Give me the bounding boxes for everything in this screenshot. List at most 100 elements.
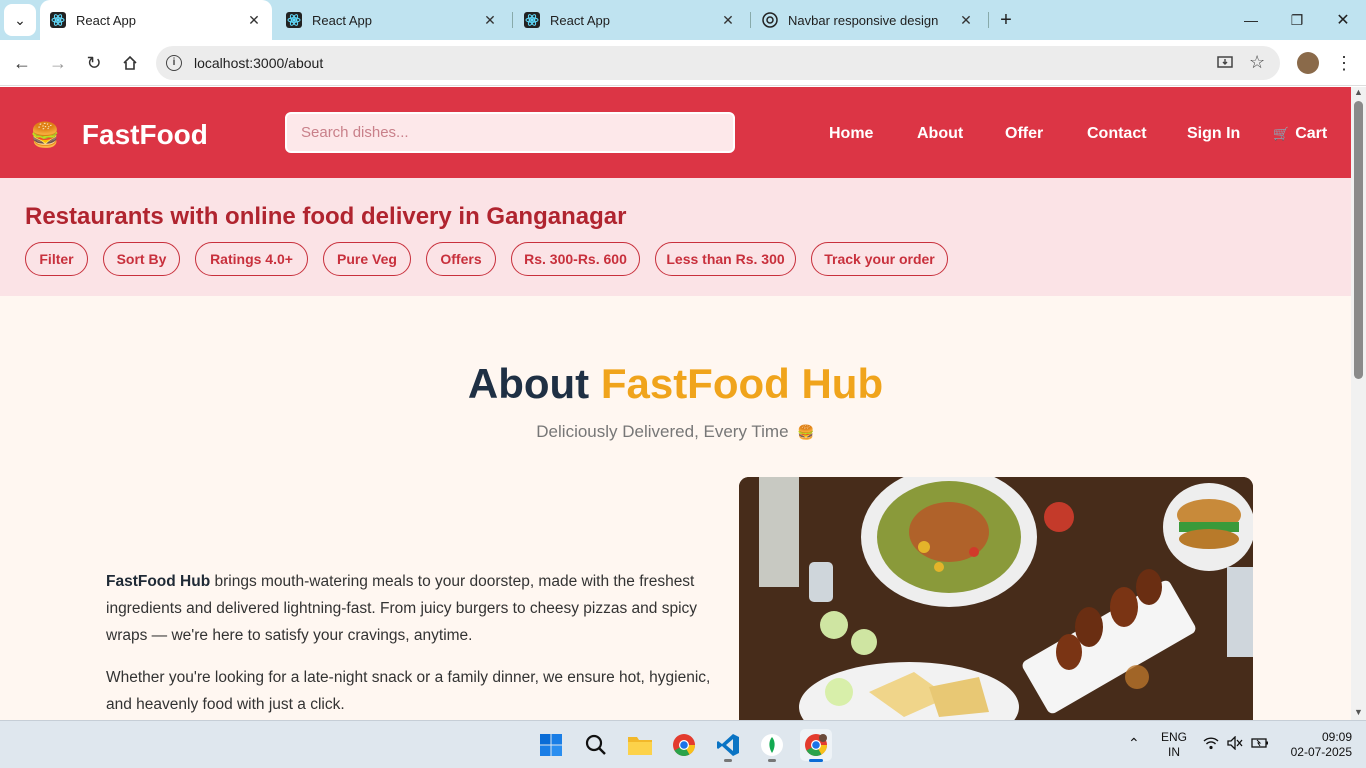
home-button[interactable]	[116, 49, 144, 77]
volume-muted-icon[interactable]	[1227, 735, 1243, 753]
chip-pure-veg[interactable]: Pure Veg	[323, 242, 411, 276]
burger-icon: 🍔	[797, 424, 815, 440]
browser-tab-1[interactable]: React App ✕	[40, 0, 272, 40]
tab-divider	[750, 12, 751, 28]
cart-label: Cart	[1295, 125, 1328, 142]
info-icon[interactable]: i	[166, 55, 182, 71]
chrome-icon[interactable]	[668, 729, 700, 761]
scroll-up-icon[interactable]: ▲	[1354, 87, 1363, 97]
scroll-down-icon[interactable]: ▼	[1354, 707, 1363, 717]
scrollbar-thumb[interactable]	[1354, 101, 1363, 379]
battery-icon[interactable]	[1251, 736, 1269, 753]
reload-icon: ↻	[86, 52, 102, 73]
brand-mention: FastFood Hub	[106, 573, 211, 590]
vscode-icon[interactable]	[712, 729, 744, 762]
language-code: ENG	[1160, 730, 1187, 744]
address-bar[interactable]: i localhost:3000/about ☆	[156, 46, 1280, 80]
chip-sort-by[interactable]: Sort By	[103, 242, 180, 276]
window-close-button[interactable]: ✕	[1320, 0, 1366, 40]
search-placeholder: Search dishes...	[301, 124, 409, 141]
tab-divider	[988, 12, 989, 28]
filter-bar: Restaurants with online food delivery in…	[0, 178, 1351, 296]
navbar: 🍔 FastFood Search dishes... Home About O…	[0, 87, 1351, 178]
cart-icon: 🛒	[1273, 126, 1290, 141]
filter-heading: Restaurants with online food delivery in…	[25, 203, 627, 230]
food-image	[739, 477, 1253, 720]
nav-link-cart[interactable]: 🛒 Cart	[1273, 125, 1327, 143]
wifi-icon[interactable]	[1203, 736, 1219, 753]
install-app-icon[interactable]	[1216, 54, 1234, 77]
browser-tab-strip: ⌄ React App ✕ React App ✕ React App ✕ Na…	[0, 0, 1366, 40]
reload-button[interactable]: ↻	[80, 49, 108, 77]
react-icon	[524, 12, 540, 28]
chip-filter[interactable]: Filter	[25, 242, 88, 276]
about-title-highlight: FastFood Hub	[600, 360, 884, 407]
close-icon[interactable]: ✕	[246, 12, 262, 28]
close-icon[interactable]: ✕	[482, 12, 498, 28]
forward-button[interactable]: →	[44, 49, 72, 77]
about-title-prefix: About	[467, 360, 590, 407]
search-input[interactable]: Search dishes...	[285, 112, 735, 153]
tab-search-button[interactable]: ⌄	[4, 4, 36, 36]
close-icon[interactable]: ✕	[720, 12, 736, 28]
url-text: localhost:3000/about	[194, 55, 324, 71]
taskbar: ⌃ ENG IN 09:09 02-07-2025	[0, 720, 1366, 768]
star-icon[interactable]: ☆	[1249, 52, 1265, 73]
nav-link-contact[interactable]: Contact	[1087, 125, 1147, 143]
react-icon	[286, 12, 302, 28]
nav-link-about[interactable]: About	[917, 125, 963, 143]
browser-tab-3[interactable]: React App ✕	[514, 0, 746, 40]
back-button[interactable]: ←	[8, 49, 36, 77]
profile-avatar[interactable]	[1297, 52, 1319, 74]
file-explorer-icon[interactable]	[624, 729, 656, 761]
chevron-up-icon[interactable]: ⌃	[1128, 735, 1140, 752]
browser-toolbar: ← → ↻ i localhost:3000/about ☆ ⋮	[0, 40, 1366, 86]
nav-link-offer[interactable]: Offer	[1005, 125, 1043, 143]
active-indicator	[809, 759, 823, 762]
tagline: Deliciously Delivered, Every Time 🍔	[0, 422, 1351, 442]
running-indicator	[724, 759, 732, 762]
chip-less-than-300[interactable]: Less than Rs. 300	[655, 242, 796, 276]
tab-title: React App	[550, 12, 610, 28]
chip-offers[interactable]: Offers	[426, 242, 496, 276]
new-tab-button[interactable]: +	[990, 0, 1022, 40]
arrow-left-icon: ←	[13, 52, 31, 73]
about-paragraph-1: FastFood Hub brings mouth-watering meals…	[106, 568, 716, 649]
mongodb-compass-icon[interactable]	[756, 729, 788, 762]
tab-divider	[512, 12, 513, 28]
close-icon[interactable]: ✕	[958, 12, 974, 28]
restore-button[interactable]: ❐	[1274, 0, 1320, 40]
region-code: IN	[1168, 745, 1180, 759]
about-paragraph-2: Whether you're looking for a late-night …	[106, 669, 711, 713]
page-content: 🍔 FastFood Search dishes... Home About O…	[0, 87, 1351, 720]
openai-icon	[762, 12, 778, 28]
browser-tab-2[interactable]: React App ✕	[276, 0, 508, 40]
chip-ratings[interactable]: Ratings 4.0+	[195, 242, 308, 276]
arrow-right-icon: →	[49, 52, 67, 73]
language-indicator[interactable]: ENG IN	[1160, 730, 1188, 760]
date: 02-07-2025	[1290, 745, 1352, 759]
tab-title: React App	[312, 12, 372, 28]
chip-price-300-600[interactable]: Rs. 300-Rs. 600	[511, 242, 640, 276]
minimize-button[interactable]: —	[1228, 0, 1274, 40]
nav-link-home[interactable]: Home	[829, 125, 873, 143]
running-indicator	[768, 759, 776, 762]
page-scrollbar[interactable]: ▲ ▼	[1351, 87, 1366, 720]
search-icon[interactable]	[580, 729, 612, 761]
home-icon	[123, 55, 137, 70]
windows-start-icon[interactable]	[535, 729, 567, 761]
clock[interactable]: 09:09 02-07-2025	[1280, 730, 1352, 760]
tab-title: Navbar responsive design	[788, 12, 939, 28]
browser-tab-4[interactable]: Navbar responsive design ✕	[752, 0, 984, 40]
brand[interactable]: 🍔 FastFood	[30, 119, 208, 151]
nav-link-sign-in[interactable]: Sign In	[1187, 125, 1240, 143]
brand-name: FastFood	[81, 119, 208, 150]
chrome-active-icon[interactable]	[800, 729, 832, 762]
restore-icon: ❐	[1290, 11, 1304, 28]
chevron-down-icon: ⌄	[14, 11, 26, 28]
plus-icon: +	[1000, 8, 1012, 31]
chip-track-order[interactable]: Track your order	[811, 242, 948, 276]
react-icon	[50, 12, 66, 28]
menu-button[interactable]: ⋮	[1330, 49, 1358, 77]
burger-icon: 🍔	[30, 121, 60, 149]
